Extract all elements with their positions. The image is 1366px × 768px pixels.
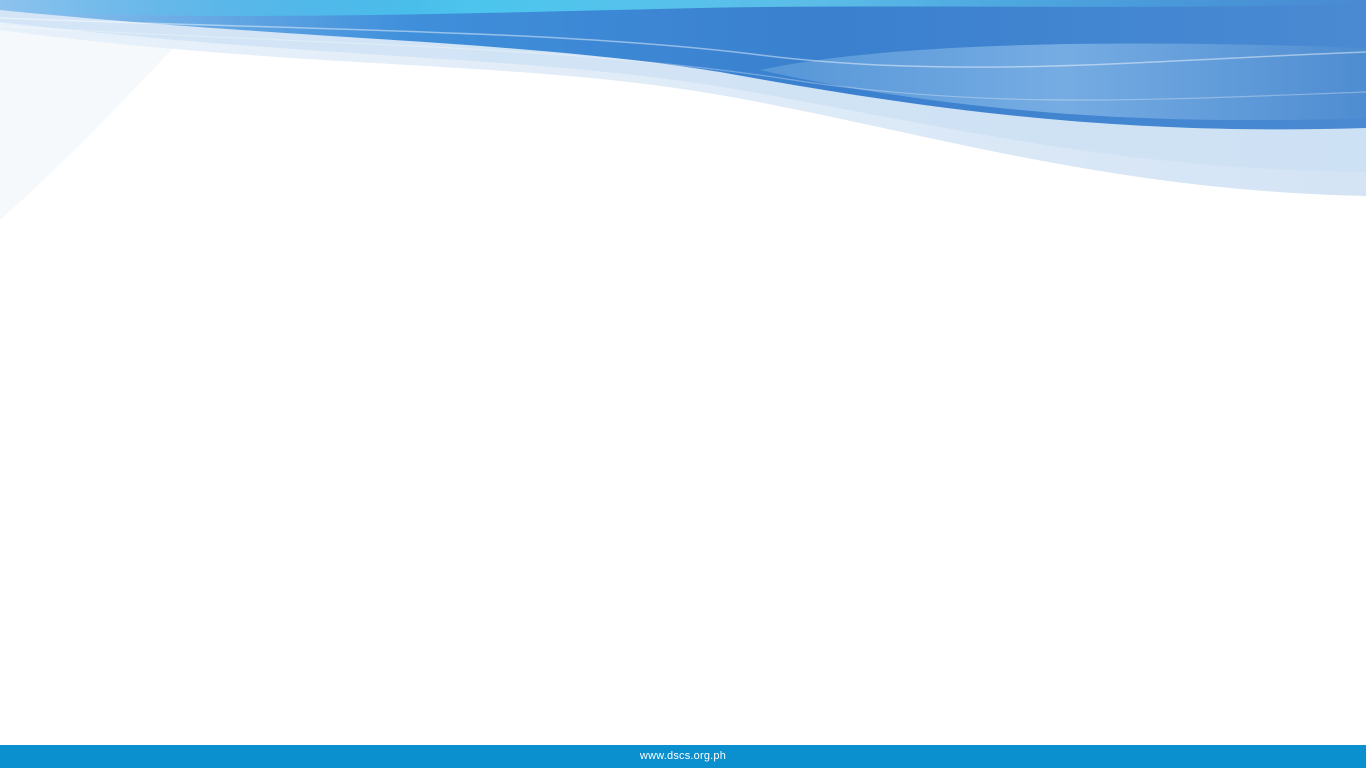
blue-wave-banner (0, 0, 1366, 220)
footer-bar: www.dscs.org.ph (0, 745, 1366, 768)
slide-background: www.dscs.org.ph (0, 0, 1366, 768)
footer-website-url[interactable]: www.dscs.org.ph (640, 745, 726, 768)
